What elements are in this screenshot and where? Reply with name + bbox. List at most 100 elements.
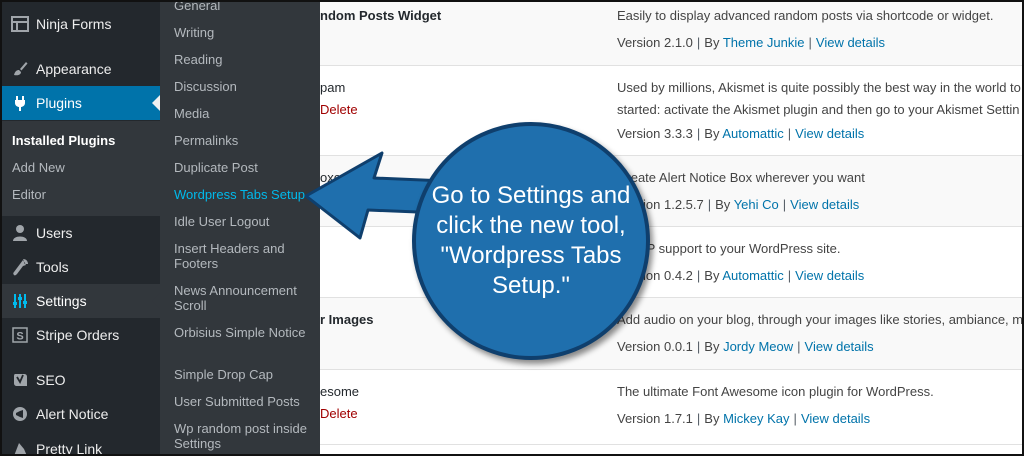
view-details-link[interactable]: View details — [801, 411, 870, 426]
menu-label: Users — [36, 225, 73, 241]
flyout-orbisius-simple-notice[interactable]: Orbisius Simple Notice — [174, 325, 316, 340]
delete-link[interactable]: Delete — [320, 406, 358, 421]
separator: | — [696, 268, 701, 283]
by-label: By — [704, 126, 720, 141]
plugin-name: esome — [320, 384, 360, 399]
sliders-icon — [0, 292, 36, 310]
menu-label: Appearance — [36, 61, 112, 77]
table-row: ndom Posts Widget Easily to display adva… — [320, 0, 1024, 66]
separator: | — [696, 126, 701, 141]
flyout-user-submitted-posts[interactable]: User Submitted Posts — [174, 394, 316, 409]
view-details-link[interactable]: View details — [805, 339, 874, 354]
flyout-permalinks[interactable]: Permalinks — [174, 133, 316, 148]
callout-text: Go to Settings and click the new tool, "… — [431, 182, 631, 299]
view-details-link[interactable]: View details — [816, 35, 885, 50]
flyout-indicator — [152, 293, 160, 309]
active-indicator — [152, 95, 160, 111]
view-details-link[interactable]: View details — [795, 126, 864, 141]
by-label: By — [704, 268, 720, 283]
flyout-reading[interactable]: Reading — [174, 52, 316, 67]
plugin-meta: Version 0.0.1 | By Jordy Meow | View details — [617, 339, 874, 354]
menu-label: Plugins — [36, 95, 82, 111]
menu-stripe-orders[interactable]: S Stripe Orders — [0, 318, 160, 352]
plugin-meta: Version 1.2.5.7 | By Yehi Co | View details — [617, 197, 859, 212]
menu-label: Stripe Orders — [36, 327, 120, 343]
plugin-meta: Version 1.7.1 | By Mickey Kay | View details — [617, 411, 870, 426]
author-link[interactable]: Mickey Kay — [723, 411, 789, 426]
yoast-icon — [0, 371, 36, 389]
s-icon: S — [0, 326, 36, 344]
menu-settings[interactable]: Settings — [0, 284, 160, 318]
separator: | — [793, 411, 797, 426]
plugin-description: Used by millions, Akismet is quite possi… — [617, 80, 1021, 95]
table-row: pam Delete Used by millions, Akismet is … — [320, 66, 1024, 156]
menu-label: Settings — [36, 293, 87, 309]
flyout-simple-drop-cap[interactable]: Simple Drop Cap — [174, 367, 316, 382]
flyout-news-announcement-scroll[interactable]: News Announcement Scroll — [174, 283, 316, 313]
flyout-general[interactable]: General — [174, 0, 316, 13]
plugin-meta: Version 3.3.3 | By Automattic | View details — [617, 126, 864, 141]
admin-sidebar: Ninja Forms Appearance Plugins Installed… — [0, 0, 160, 456]
menu-tools[interactable]: Tools — [0, 250, 160, 284]
callout-bubble: Go to Settings and click the new tool, "… — [412, 122, 650, 360]
flyout-discussion[interactable]: Discussion — [174, 79, 316, 94]
separator: | — [696, 411, 701, 426]
submenu-installed-plugins[interactable]: Installed Plugins — [12, 131, 115, 151]
plugin-version: Version 1.7.1 — [617, 411, 693, 426]
author-link[interactable]: Theme Junkie — [723, 35, 805, 50]
view-details-link[interactable]: View details — [790, 197, 859, 212]
plugin-description: d AMP support to your WordPress site. — [617, 241, 841, 256]
megaphone-icon — [0, 405, 36, 423]
separator: | — [787, 268, 792, 283]
table-icon — [0, 16, 36, 32]
author-link[interactable]: Automattic — [722, 268, 783, 283]
submenu-add-new[interactable]: Add New — [12, 158, 65, 178]
flyout-writing[interactable]: Writing — [174, 25, 316, 40]
flyout-insert-headers-footers[interactable]: Insert Headers and Footers — [174, 241, 316, 271]
flyout-wp-random-post[interactable]: Wp random post inside Settings — [174, 421, 316, 451]
plugin-description: The ultimate Font Awesome icon plugin fo… — [617, 384, 934, 399]
menu-users[interactable]: Users — [0, 216, 160, 250]
menu-seo[interactable]: SEO — [0, 363, 160, 397]
paintbrush-icon — [0, 60, 36, 78]
author-link[interactable]: Jordy Meow — [723, 339, 793, 354]
svg-text:S: S — [16, 331, 23, 343]
plugin-version: Version 0.0.1 — [617, 339, 693, 354]
menu-label: Tools — [36, 259, 69, 275]
author-link[interactable]: Yehi Co — [734, 197, 779, 212]
view-details-link[interactable]: View details — [795, 268, 864, 283]
delete-link[interactable]: Delete — [320, 102, 358, 117]
author-link[interactable]: Automattic — [722, 126, 783, 141]
plugin-name: pam — [320, 80, 346, 95]
plugin-description: Easily to display advanced random posts … — [617, 8, 994, 23]
menu-ninja-forms[interactable]: Ninja Forms — [0, 7, 160, 41]
table-row: esome Delete The ultimate Font Awesome i… — [320, 370, 1024, 445]
plugin-description: Create Alert Notice Box wherever you wan… — [617, 170, 865, 185]
separator: | — [797, 339, 801, 354]
menu-label: Alert Notice — [36, 406, 109, 422]
plugin-version: Version 3.3.3 — [617, 126, 693, 141]
separator: | — [696, 35, 701, 50]
plugin-meta: Version 0.4.2 | By Automattic | View details — [617, 268, 864, 283]
submenu-editor[interactable]: Editor — [12, 185, 46, 205]
menu-plugins[interactable]: Plugins — [0, 86, 160, 120]
plugins-submenu: Installed Plugins Add New Editor — [0, 121, 160, 216]
menu-pretty-link[interactable]: Pretty Link — [0, 432, 160, 456]
by-label: By — [704, 35, 720, 50]
flyout-idle-user-logout[interactable]: Idle User Logout — [174, 214, 316, 229]
pretty-link-icon — [0, 440, 36, 456]
separator: | — [808, 35, 812, 50]
plugin-name: oxes — [320, 170, 348, 185]
menu-appearance[interactable]: Appearance — [0, 52, 160, 86]
plugin-name: ndom Posts Widget — [320, 8, 442, 23]
plugin-meta: Version 2.1.0 | By Theme Junkie | View detai… — [617, 35, 885, 50]
menu-alert-notice[interactable]: Alert Notice — [0, 397, 160, 431]
separator: | — [782, 197, 787, 212]
flyout-duplicate-post[interactable]: Duplicate Post — [174, 160, 316, 175]
flyout-media[interactable]: Media — [174, 106, 316, 121]
flyout-wordpress-tabs-setup[interactable]: Wordpress Tabs Setup — [174, 187, 316, 202]
settings-flyout-menu: General Writing Reading Discussion Media… — [160, 0, 320, 456]
plugin-version: Version 2.1.0 — [617, 35, 693, 50]
by-label: By — [704, 339, 720, 354]
plugin-description-line2: started: activate the Akismet plugin and… — [617, 102, 1020, 117]
